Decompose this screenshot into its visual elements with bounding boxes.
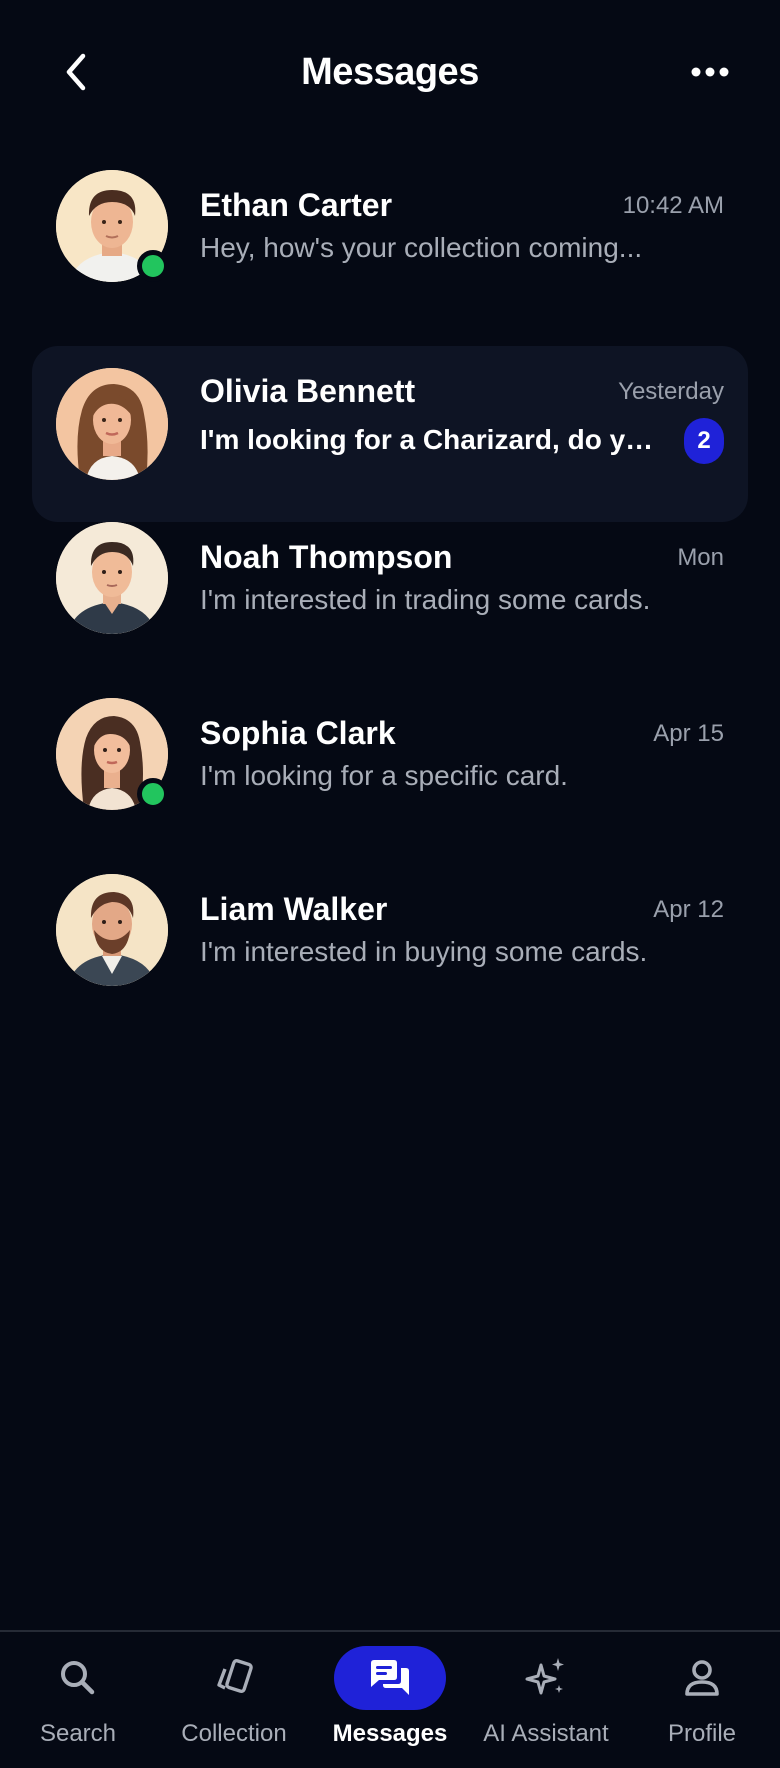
more-horizontal-icon <box>691 67 729 77</box>
avatar <box>56 522 168 634</box>
sparkles-icon <box>525 1658 564 1695</box>
avatar-wrap <box>56 170 169 282</box>
nav-item-ai-assistant[interactable]: AI Assistant <box>468 1632 624 1768</box>
message-time: Apr 15 <box>653 720 724 747</box>
nav-icon-box <box>646 1646 758 1710</box>
avatar <box>56 874 168 986</box>
message-time: Mon <box>677 544 724 571</box>
contact-name: Olivia Bennett <box>200 373 416 409</box>
nav-icon-box <box>178 1646 290 1710</box>
message-preview: I'm interested in trading some cards. <box>200 584 651 615</box>
header: Messages <box>0 0 780 146</box>
nav-label: Messages <box>332 1720 448 1747</box>
cards-icon <box>217 1658 253 1694</box>
avatar <box>56 368 168 480</box>
nav-item-messages[interactable]: Messages <box>312 1632 468 1768</box>
message-time: Apr 12 <box>653 896 724 923</box>
message-preview: Hey, how's your collection coming... <box>200 232 643 263</box>
conversation-item[interactable]: Liam Walker Apr 12 I'm interested in buy… <box>0 874 780 1050</box>
bottom-nav: Search Collection Messages AI Assistant … <box>0 1630 780 1768</box>
conversation-item[interactable]: Olivia Bennett Yesterday I'm looking for… <box>0 346 780 522</box>
online-status-dot <box>137 778 169 810</box>
conversation-item[interactable]: Sophia Clark Apr 15 I'm looking for a sp… <box>0 698 780 874</box>
nav-item-profile[interactable]: Profile <box>624 1632 780 1768</box>
online-status-dot <box>137 250 169 282</box>
contact-name: Sophia Clark <box>200 715 396 751</box>
message-preview: I'm looking for a Charizard, do you... <box>200 424 660 455</box>
contact-name: Ethan Carter <box>200 187 393 223</box>
search-icon <box>61 1661 95 1695</box>
nav-label: AI Assistant <box>483 1720 609 1747</box>
nav-item-collection[interactable]: Collection <box>156 1632 312 1768</box>
nav-label: Search <box>39 1720 117 1747</box>
conversation-list: Ethan Carter 10:42 AM Hey, how's your co… <box>0 170 780 1050</box>
page-title: Messages <box>301 51 479 93</box>
message-preview: I'm interested in buying some cards. <box>200 936 648 967</box>
nav-label: Profile <box>667 1720 737 1747</box>
unread-count-badge: 2 <box>684 418 724 464</box>
nav-icon-box <box>22 1646 134 1710</box>
avatar-wrap <box>56 874 168 986</box>
message-preview: I'm looking for a specific card. <box>200 760 568 791</box>
conversation-item[interactable]: Ethan Carter 10:42 AM Hey, how's your co… <box>0 170 780 346</box>
conversation-item[interactable]: Noah Thompson Mon I'm interested in trad… <box>0 522 780 698</box>
avatar-wrap <box>56 522 168 634</box>
messages-icon <box>371 1660 409 1695</box>
user-icon <box>685 1660 719 1696</box>
more-options-button[interactable] <box>680 46 740 98</box>
avatar-wrap <box>56 368 168 480</box>
nav-icon-box <box>334 1646 446 1710</box>
messages-screen: Messages Ethan Carter 10:42 AM Hey, how'… <box>0 0 780 1768</box>
contact-name: Noah Thompson <box>200 539 453 575</box>
nav-item-search[interactable]: Search <box>0 1632 156 1768</box>
avatar-wrap <box>56 698 169 810</box>
nav-icon-box <box>490 1646 602 1710</box>
message-time: Yesterday <box>618 378 724 405</box>
message-time: 10:42 AM <box>622 192 724 219</box>
contact-name: Liam Walker <box>200 891 388 927</box>
nav-label: Collection <box>181 1720 287 1747</box>
